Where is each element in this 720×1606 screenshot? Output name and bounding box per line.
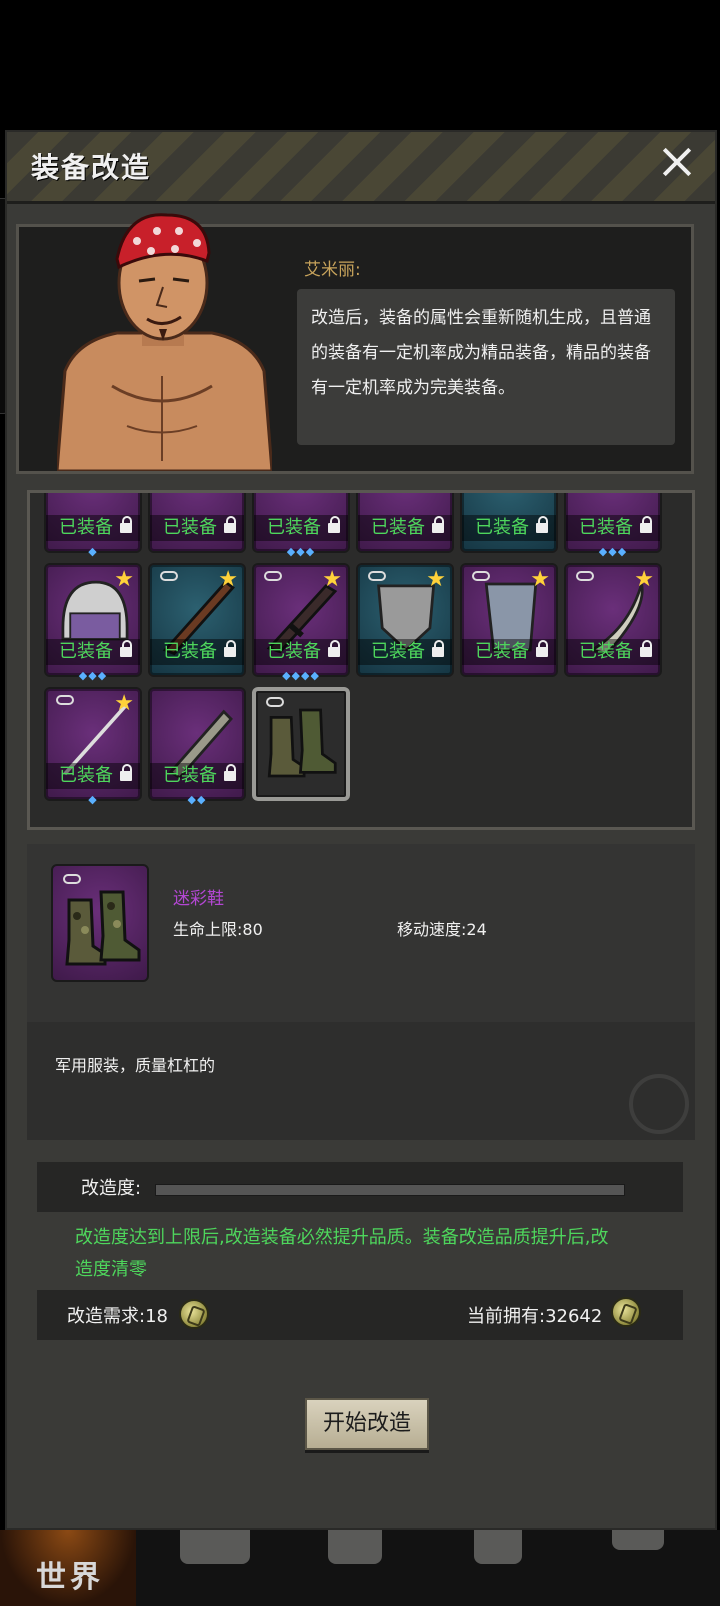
lock-icon bbox=[120, 516, 132, 533]
inventory-slot-rifle[interactable]: ★ 已装备 bbox=[148, 563, 246, 677]
gem-indicators: ◆◆◆ bbox=[598, 545, 628, 558]
panel-header: 装备改造 bbox=[7, 132, 715, 204]
star-icon: ★ bbox=[634, 567, 654, 592]
star-icon: ★ bbox=[114, 691, 134, 716]
gem-indicators: ◆ bbox=[88, 545, 98, 558]
inventory-slot-top-item-3[interactable]: 已装备 ◆◆◆ bbox=[252, 493, 350, 558]
inventory-slot-top-item-5[interactable]: 已装备 bbox=[460, 493, 558, 553]
lock-icon bbox=[120, 640, 132, 657]
item-name: 迷彩鞋 bbox=[173, 889, 224, 909]
modification-note: 改造度达到上限后,改造装备必然提升品质。装备改造品质提升后,改造度清零 bbox=[75, 1227, 609, 1280]
inventory-grid[interactable]: 已装备 ◆ 已装备 已装备 ◆◆◆ 已装备 已装备 已装备 ◆◆◆ ★ 已装备 ◆◆◆ ★ 已装备 ★ 已装备… bbox=[27, 490, 695, 830]
lock-icon bbox=[224, 640, 236, 657]
close-icon[interactable] bbox=[657, 142, 697, 182]
equipment-modify-panel: 装备改造 艾米丽: 改造后，装备的属性会重新随机生成，且普通的装备有一定机率成为… bbox=[5, 130, 717, 1530]
inventory-slot-camo-boots[interactable] bbox=[252, 687, 350, 801]
boots-icon bbox=[51, 864, 149, 982]
lock-icon bbox=[432, 516, 444, 533]
lock-icon bbox=[640, 516, 652, 533]
star-icon: ★ bbox=[218, 567, 238, 592]
link-icon bbox=[368, 571, 386, 581]
panel-title: 装备改造 bbox=[31, 151, 152, 184]
owned-label: 当前拥有:32642 bbox=[467, 1306, 603, 1327]
link-icon bbox=[264, 571, 282, 581]
inventory-slot-shield[interactable]: ★ 已装备 bbox=[356, 563, 454, 677]
lock-icon bbox=[640, 640, 652, 657]
link-icon bbox=[576, 571, 594, 581]
inventory-slot-saw-blade[interactable]: 已装备 ◆◆ bbox=[148, 687, 246, 806]
bottom-nav: 世界 bbox=[0, 1530, 720, 1606]
progress-label: 改造度: bbox=[81, 1178, 142, 1199]
radiation-icon bbox=[629, 1074, 689, 1134]
lock-icon bbox=[536, 516, 548, 533]
coin-icon bbox=[179, 1299, 209, 1329]
inventory-slot-machete[interactable]: ★ 已装备 bbox=[564, 563, 662, 677]
lock-icon bbox=[432, 640, 444, 657]
link-icon bbox=[56, 695, 74, 705]
star-icon: ★ bbox=[426, 567, 446, 592]
lock-icon bbox=[536, 640, 548, 657]
inventory-slot-police-helmet[interactable]: ★ 已装备 ◆◆◆ bbox=[44, 563, 142, 682]
gem-indicators: ◆◆◆ bbox=[286, 545, 316, 558]
vehicle-icon[interactable] bbox=[612, 1530, 664, 1550]
link-icon bbox=[266, 697, 284, 707]
link-icon bbox=[160, 571, 178, 581]
start-modify-button[interactable]: 开始改造 bbox=[305, 1398, 429, 1450]
gem-indicators: ◆◆ bbox=[187, 793, 207, 806]
gem-indicators: ◆◆◆◆ bbox=[282, 669, 320, 682]
star-icon: ★ bbox=[114, 567, 134, 592]
cost-label: 改造需求:18 bbox=[67, 1306, 168, 1327]
inventory-slot-spear[interactable]: ★ 已装备 ◆ bbox=[44, 687, 142, 806]
inventory-slot-top-item-4[interactable]: 已装备 bbox=[356, 493, 454, 553]
inventory-slot-armor-plate[interactable]: ★ 已装备 bbox=[460, 563, 558, 677]
inventory-slot-top-item-2[interactable]: 已装备 bbox=[148, 493, 246, 553]
npc-name: 艾米丽: bbox=[304, 260, 361, 280]
star-icon: ★ bbox=[530, 567, 550, 592]
item-description: 军用服装，质量杠杠的 bbox=[55, 1056, 216, 1075]
character-icon[interactable] bbox=[328, 1530, 382, 1564]
nav-world[interactable]: 世界 bbox=[0, 1530, 136, 1606]
bag-icon[interactable] bbox=[180, 1530, 250, 1564]
shop-icon[interactable] bbox=[474, 1530, 522, 1564]
link-icon bbox=[472, 571, 490, 581]
gem-indicators: ◆ bbox=[88, 793, 98, 806]
coin-icon bbox=[611, 1297, 641, 1327]
camo-boots-icon bbox=[267, 708, 337, 778]
inventory-slot-assault-rifle[interactable]: ★ 已装备 ◆◆◆◆ bbox=[252, 563, 350, 682]
lock-icon bbox=[328, 516, 340, 533]
npc-speech-bubble: 改造后，装备的属性会重新随机生成，且普通的装备有一定机率成为精品装备，精品的装备… bbox=[297, 289, 675, 445]
item-stat-speed: 移动速度:24 bbox=[397, 920, 487, 939]
lock-icon bbox=[224, 764, 236, 781]
inventory-slot-top-item-6[interactable]: 已装备 ◆◆◆ bbox=[564, 493, 662, 558]
lock-icon bbox=[328, 640, 340, 657]
lock-icon bbox=[224, 516, 236, 533]
npc-dialogue-box: 艾米丽: 改造后，装备的属性会重新随机生成，且普通的装备有一定机率成为精品装备，… bbox=[16, 213, 694, 474]
lock-icon bbox=[120, 764, 132, 781]
inventory-slot-top-item-1[interactable]: 已装备 ◆ bbox=[44, 493, 142, 558]
star-icon: ★ bbox=[322, 567, 342, 592]
cost-row: 改造需求:18 当前拥有:32642 bbox=[37, 1290, 683, 1340]
npc-portrait bbox=[57, 201, 272, 471]
gem-indicators: ◆◆◆ bbox=[78, 669, 108, 682]
nav-world-label: 世界 bbox=[36, 1560, 104, 1595]
modification-progress-bar bbox=[155, 1184, 625, 1196]
item-stat-hp: 生命上限:80 bbox=[173, 920, 263, 939]
modification-progress-row: 改造度: bbox=[37, 1162, 683, 1212]
item-detail-panel: 迷彩鞋 生命上限:80 移动速度:24 军用服装，质量杠杠的 bbox=[27, 844, 695, 1140]
